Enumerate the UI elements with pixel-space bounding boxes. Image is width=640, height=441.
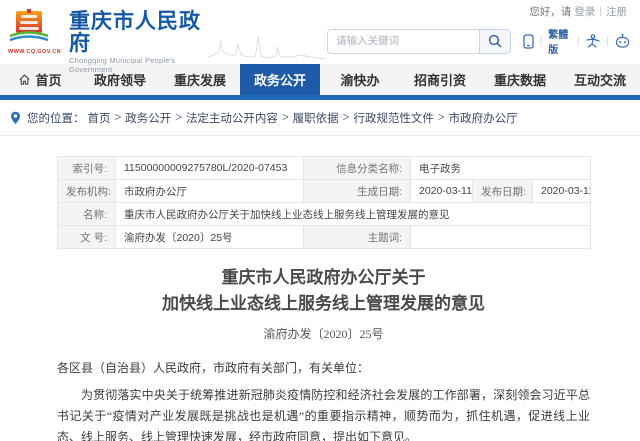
breadcrumb-separator: >: [282, 112, 289, 124]
accessibility-button[interactable]: [585, 34, 600, 48]
main-nav: 首页 政府领导 重庆发展 政务公开 渝快办 招商引资 重庆数据 互动交流: [0, 64, 640, 95]
document-paragraph: 为贯彻落实中央关于统筹推进新冠肺炎疫情防控和经济社会发展的工作部署，深刻领会习近…: [57, 385, 590, 441]
category-value: 电子政务: [411, 157, 591, 180]
accessibility-icon: [585, 34, 600, 48]
breadcrumb-separator: >: [175, 112, 182, 124]
nav-label: 渝快办: [340, 70, 379, 89]
agency-label: 发布机构:: [58, 180, 116, 203]
created-date-label: 生成日期:: [304, 180, 411, 203]
main-content: 索引号: 11500000009275780L/2020-07453 信息分类名…: [0, 136, 640, 441]
table-row: 发布机构: 市政府办公厅 生成日期: 2020-03-11 发布日期: 2020…: [58, 180, 591, 203]
logo-url-text: WWW.CQ.GOV.CN: [8, 49, 61, 55]
login-link[interactable]: 登录: [574, 4, 595, 19]
search-button[interactable]: [479, 30, 509, 53]
skyline-graphic: [208, 30, 327, 62]
keywords-value: [411, 226, 591, 249]
home-icon: [18, 73, 31, 86]
table-row: 索引号: 11500000009275780L/2020-07453 信息分类名…: [58, 157, 591, 180]
document-title: 重庆市人民政府办公厅关于 加快线上业态线上服务线上管理发展的意见: [57, 265, 590, 317]
document-article: 重庆市人民政府办公厅关于 加快线上业态线上服务线上管理发展的意见 渝府办发〔20…: [57, 265, 590, 441]
nav-item-home[interactable]: 首页: [0, 64, 80, 95]
tools-separator: |: [577, 36, 580, 47]
logo-building-icon: [8, 9, 50, 43]
breadcrumb-label: 您的位置：: [27, 110, 85, 126]
robot-icon: [615, 34, 630, 48]
name-value: 重庆市人民政府办公厅关于加快线上业态线上服务线上管理发展的意见: [116, 203, 591, 226]
table-row: 名称: 重庆市人民政府办公厅关于加快线上业态线上服务线上管理发展的意见: [58, 203, 591, 226]
breadcrumb-separator: >: [343, 112, 350, 124]
site-header: WWW.CQ.GOV.CN 重庆市人民政府 Chongqing Municipa…: [0, 18, 640, 64]
search-icon: [488, 34, 502, 48]
register-link[interactable]: 注册: [606, 4, 627, 19]
nav-item-yukuaiban[interactable]: 渝快办: [320, 64, 400, 95]
mobile-icon: [523, 34, 534, 49]
nav-item-government-affairs[interactable]: 政务公开: [240, 64, 320, 95]
document-title-line1: 重庆市人民政府办公厅关于: [57, 265, 590, 291]
breadcrumb: 您的位置： 首页 > 政务公开 > 法定主动公开内容 > 履职依据 > 行政规范…: [0, 100, 640, 136]
index-number-value: 11500000009275780L/2020-07453: [116, 157, 304, 180]
site-name: 重庆市人民政府: [69, 11, 204, 55]
doc-number-label: 文 号:: [58, 226, 116, 249]
keywords-label: 主题词:: [304, 226, 411, 249]
published-date-value: 2020-03-11: [533, 180, 591, 203]
nav-label: 重庆发展: [174, 70, 226, 89]
agency-value: 市政府办公厅: [116, 180, 304, 203]
document-body: 各区县（自治县）人民政府，市政府有关部门，有关单位： 为贯彻落实中央关于统筹推进…: [57, 358, 590, 441]
index-number-label: 索引号:: [58, 157, 116, 180]
breadcrumb-separator: >: [438, 112, 445, 124]
document-salutation: 各区县（自治县）人民政府，市政府有关部门，有关单位：: [57, 358, 590, 379]
nav-label: 重庆数据: [494, 70, 546, 89]
nav-label: 政府领导: [94, 70, 146, 89]
site-search: [327, 29, 510, 54]
breadcrumb-item-general-office[interactable]: 市政府办公厅: [449, 110, 518, 126]
header-tools: | 繁體版 | |: [523, 26, 630, 56]
nav-item-chongqing-data[interactable]: 重庆数据: [480, 64, 560, 95]
search-input[interactable]: [328, 30, 479, 53]
breadcrumb-item-home[interactable]: 首页: [88, 110, 111, 126]
category-label: 信息分类名称:: [304, 157, 411, 180]
topbar-separator: |: [599, 5, 602, 17]
nav-item-chongqing-development[interactable]: 重庆发展: [160, 64, 240, 95]
breadcrumb-separator: >: [115, 112, 122, 124]
nav-label: 政务公开: [254, 70, 306, 89]
nav-label: 招商引资: [414, 70, 466, 89]
table-row: 文 号: 渝府办发〔2020〕25号 主题词:: [58, 226, 591, 249]
breadcrumb-item-normative-docs[interactable]: 行政规范性文件: [353, 110, 434, 126]
name-label: 名称:: [58, 203, 116, 226]
document-number: 渝府办发〔2020〕25号: [57, 325, 590, 342]
document-title-line2: 加快线上业态线上服务线上管理发展的意见: [57, 291, 590, 317]
document-meta-table: 索引号: 11500000009275780L/2020-07453 信息分类名…: [57, 156, 591, 249]
breadcrumb-item-duties[interactable]: 履职依据: [293, 110, 339, 126]
created-date-value: 2020-03-11: [411, 180, 473, 203]
published-date-label: 发布日期:: [473, 180, 533, 203]
location-pin-icon: [10, 111, 21, 125]
nav-item-government-leaders[interactable]: 政府领导: [80, 64, 160, 95]
tools-separator: |: [540, 36, 543, 47]
greeting-text: 您好，请: [529, 4, 571, 19]
breadcrumb-item-disclosure[interactable]: 法定主动公开内容: [186, 110, 278, 126]
breadcrumb-item-gov-affairs[interactable]: 政务公开: [125, 110, 171, 126]
doc-number-value: 渝府办发〔2020〕25号: [116, 226, 304, 249]
nav-item-interaction[interactable]: 互动交流: [560, 64, 640, 95]
nav-item-investment[interactable]: 招商引资: [400, 64, 480, 95]
tools-separator: |: [606, 36, 609, 47]
traditional-chinese-button[interactable]: 繁體版: [548, 26, 571, 56]
nav-label: 互动交流: [574, 70, 626, 89]
mobile-version-button[interactable]: [523, 34, 534, 49]
smart-assistant-button[interactable]: [615, 34, 630, 48]
nav-label: 首页: [35, 70, 61, 89]
